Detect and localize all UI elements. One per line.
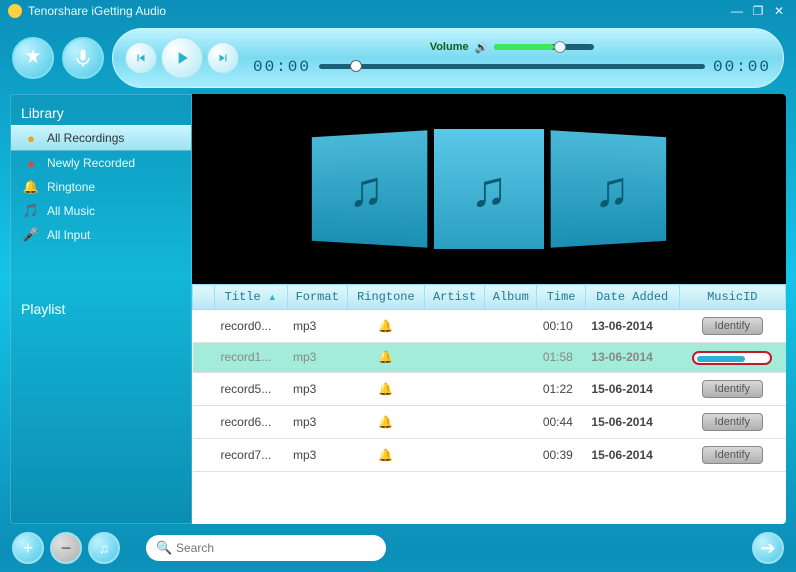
sidebar-item-label: Newly Recorded <box>47 156 135 170</box>
sidebar-item-label: All Input <box>47 228 90 242</box>
identify-button[interactable]: Identify <box>702 413 763 431</box>
bottom-bar: + − ♫ 🔍 ➔ <box>0 524 796 572</box>
proceed-button[interactable]: ➔ <box>752 532 784 564</box>
ringtone-icon[interactable]: 🔔 <box>347 438 424 471</box>
sidebar-item-label: Ringtone <box>47 180 95 194</box>
sidebar-item-ringtone[interactable]: 🔔 Ringtone <box>11 175 191 199</box>
cell-title: record6... <box>215 405 288 438</box>
cover-thumb: ♫ <box>434 129 544 249</box>
sidebar-item-icon: ● <box>23 155 39 171</box>
remove-button[interactable]: − <box>50 532 82 564</box>
cell-title: record5... <box>215 372 288 405</box>
column-header[interactable]: Date Added <box>585 285 679 310</box>
time-total: 00:00 <box>713 58 771 76</box>
app-logo <box>8 4 22 18</box>
cell-time: 00:10 <box>537 310 586 343</box>
next-button[interactable] <box>207 42 239 74</box>
prev-button[interactable] <box>125 42 157 74</box>
minimize-icon[interactable]: — <box>728 4 746 18</box>
cell-format: mp3 <box>287 405 347 438</box>
cell-format: mp3 <box>287 310 347 343</box>
sidebar-item-icon: ● <box>23 130 39 146</box>
identify-progress <box>692 351 772 365</box>
cell-date: 13-06-2014 <box>585 343 679 373</box>
cell-format: mp3 <box>287 372 347 405</box>
ringtone-icon[interactable]: 🔔 <box>347 343 424 373</box>
cell-time: 00:39 <box>537 438 586 471</box>
sort-asc-icon: ▲ <box>268 292 277 302</box>
identify-button[interactable]: Identify <box>702 446 763 464</box>
add-button[interactable]: + <box>12 532 44 564</box>
column-header[interactable]: Time <box>537 285 586 310</box>
speaker-icon: 🔊 <box>475 41 489 54</box>
cell-time: 00:44 <box>537 405 586 438</box>
cell-format: mp3 <box>287 343 347 373</box>
play-button[interactable] <box>161 37 203 79</box>
track-grid: Title ▲FormatRingtoneArtistAlbumTimeDate… <box>192 284 786 524</box>
cover-thumb: ♫ <box>562 131 657 247</box>
close-icon[interactable]: ✕ <box>770 4 788 18</box>
app-title: Tenorshare iGetting Audio <box>28 4 166 18</box>
library-header: Library <box>11 101 191 125</box>
cell-title: record1... <box>215 343 288 373</box>
volume-label: Volume <box>430 41 469 53</box>
sidebar-item-all-input[interactable]: 🎤 All Input <box>11 223 191 247</box>
sidebar-item-all-recordings[interactable]: ● All Recordings <box>11 125 191 151</box>
sidebar-item-label: All Music <box>47 204 95 218</box>
player-bar: Volume 🔊 00:00 00:00 <box>112 28 784 88</box>
column-header[interactable]: MusicID <box>679 285 785 310</box>
column-header[interactable]: Ringtone <box>347 285 424 310</box>
table-row[interactable]: record0...mp3🔔 00:1013-06-2014 Identify <box>193 310 786 343</box>
playlist-header: Playlist <box>11 297 191 321</box>
identify-button[interactable]: Identify <box>702 380 763 398</box>
cell-date: 15-06-2014 <box>585 405 679 438</box>
library-mode-button[interactable] <box>12 37 54 79</box>
cell-date: 15-06-2014 <box>585 372 679 405</box>
cell-date: 15-06-2014 <box>585 438 679 471</box>
ringtone-icon[interactable]: 🔔 <box>347 405 424 438</box>
search-input[interactable] <box>146 535 386 561</box>
identify-button[interactable]: Identify <box>702 317 763 335</box>
cell-time: 01:58 <box>537 343 586 373</box>
cell-format: mp3 <box>287 438 347 471</box>
maximize-icon[interactable]: ❐ <box>749 4 767 18</box>
seek-slider[interactable] <box>319 64 705 69</box>
table-row[interactable]: record1...mp3🔔 01:5813-06-2014 <box>193 343 786 373</box>
sidebar-item-all-music[interactable]: 🎵 All Music <box>11 199 191 223</box>
table-row[interactable]: record5...mp3🔔 01:2215-06-2014 Identify <box>193 372 786 405</box>
column-header[interactable]: Artist <box>424 285 484 310</box>
table-row[interactable]: record7...mp3🔔 00:3915-06-2014 Identify <box>193 438 786 471</box>
cover-thumb: ♫ <box>321 131 416 247</box>
table-row[interactable]: record6...mp3🔔 00:4415-06-2014 Identify <box>193 405 786 438</box>
sidebar-item-newly-recorded[interactable]: ● Newly Recorded <box>11 151 191 175</box>
sidebar-item-icon: 🎤 <box>23 227 39 243</box>
top-panel: Volume 🔊 00:00 00:00 <box>0 22 796 94</box>
sidebar: Library ● All Recordings ● Newly Recorded 🔔 R… <box>10 94 192 524</box>
column-header[interactable]: Format <box>287 285 347 310</box>
ringtone-icon[interactable]: 🔔 <box>347 310 424 343</box>
music-button[interactable]: ♫ <box>88 532 120 564</box>
cell-date: 13-06-2014 <box>585 310 679 343</box>
cell-time: 01:22 <box>537 372 586 405</box>
record-mode-button[interactable] <box>62 37 104 79</box>
sidebar-item-label: All Recordings <box>47 131 124 145</box>
search-icon: 🔍 <box>156 540 172 556</box>
content-area: ♫ ♫ ♫ Title ▲FormatRingtoneArtistAlbumTi… <box>192 94 786 524</box>
cell-title: record0... <box>215 310 288 343</box>
sidebar-item-icon: 🎵 <box>23 203 39 219</box>
column-header[interactable]: Album <box>485 285 537 310</box>
sidebar-item-icon: 🔔 <box>23 179 39 195</box>
volume-slider[interactable] <box>494 44 594 50</box>
ringtone-icon[interactable]: 🔔 <box>347 372 424 405</box>
title-bar: Tenorshare iGetting Audio — ❐ ✕ <box>0 0 796 22</box>
cell-title: record7... <box>215 438 288 471</box>
time-elapsed: 00:00 <box>253 58 311 76</box>
column-header[interactable]: Title ▲ <box>215 285 288 310</box>
album-preview: ♫ ♫ ♫ <box>192 94 786 284</box>
